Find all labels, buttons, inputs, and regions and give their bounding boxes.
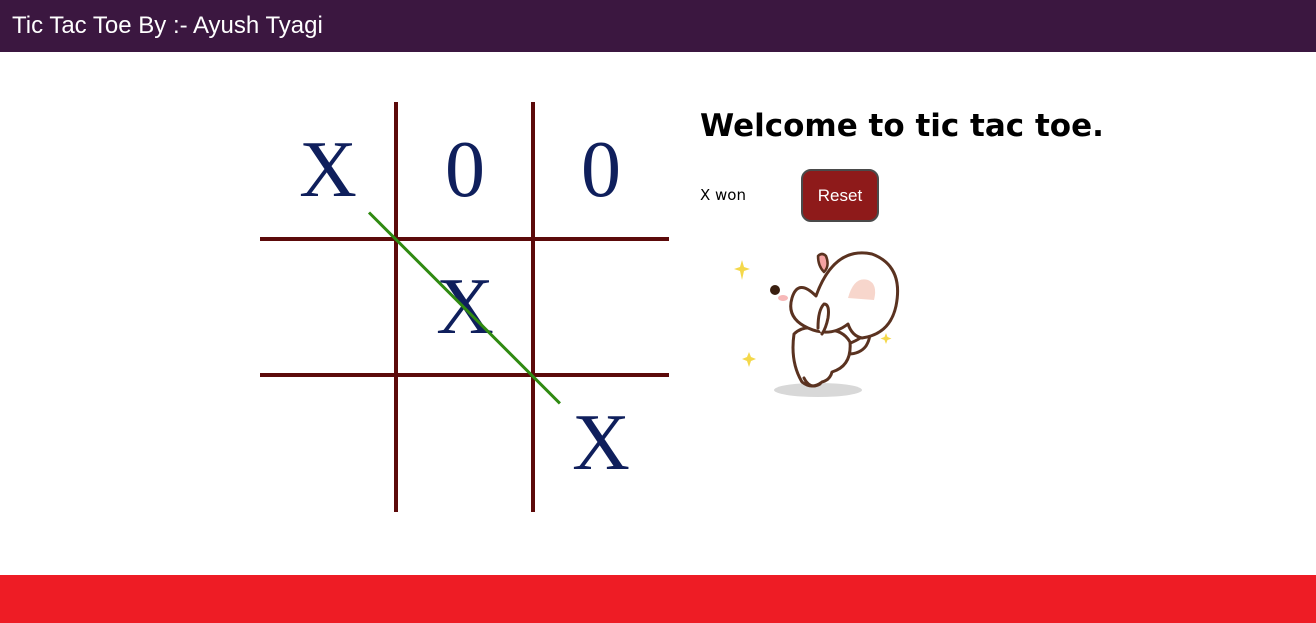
cell-mark: 0	[581, 126, 621, 214]
cat-blush	[778, 295, 788, 301]
sparkle-icon	[880, 333, 892, 344]
board-cell-2[interactable]: 0	[397, 102, 533, 238]
game-board: X 0 0 X X	[260, 102, 669, 512]
board-cell-8[interactable]	[397, 375, 533, 511]
board-cell-6[interactable]	[533, 239, 669, 375]
sparkle-icon	[742, 352, 756, 367]
board-cell-7[interactable]	[260, 375, 396, 511]
cell-mark: 0	[445, 126, 485, 214]
cell-mark: X	[299, 126, 357, 214]
grid-line-vertical	[394, 102, 398, 512]
game-status: X won	[700, 186, 746, 204]
cell-mark: X	[572, 399, 630, 487]
celebration-cat-image	[734, 251, 900, 397]
grid-line-horizontal	[260, 373, 669, 377]
welcome-heading: Welcome to tic tac toe.	[700, 108, 1104, 144]
grid-line-vertical	[531, 102, 535, 512]
sparkle-icon	[734, 260, 750, 280]
reset-button[interactable]: Reset	[801, 169, 879, 222]
cat-ear	[816, 252, 829, 274]
board-cell-3[interactable]: 0	[533, 102, 669, 238]
cat-eye	[770, 285, 780, 295]
cat-body	[791, 326, 852, 388]
footer	[0, 575, 1316, 623]
info-panel: Welcome to tic tac toe. X won Reset	[700, 104, 1260, 222]
app-title: Tic Tac Toe By :- Ayush Tyagi	[12, 12, 323, 39]
navbar: Tic Tac Toe By :- Ayush Tyagi	[0, 0, 1316, 52]
grid-line-horizontal	[260, 237, 669, 241]
cat-head	[789, 251, 900, 340]
board-cell-4[interactable]	[260, 239, 396, 375]
